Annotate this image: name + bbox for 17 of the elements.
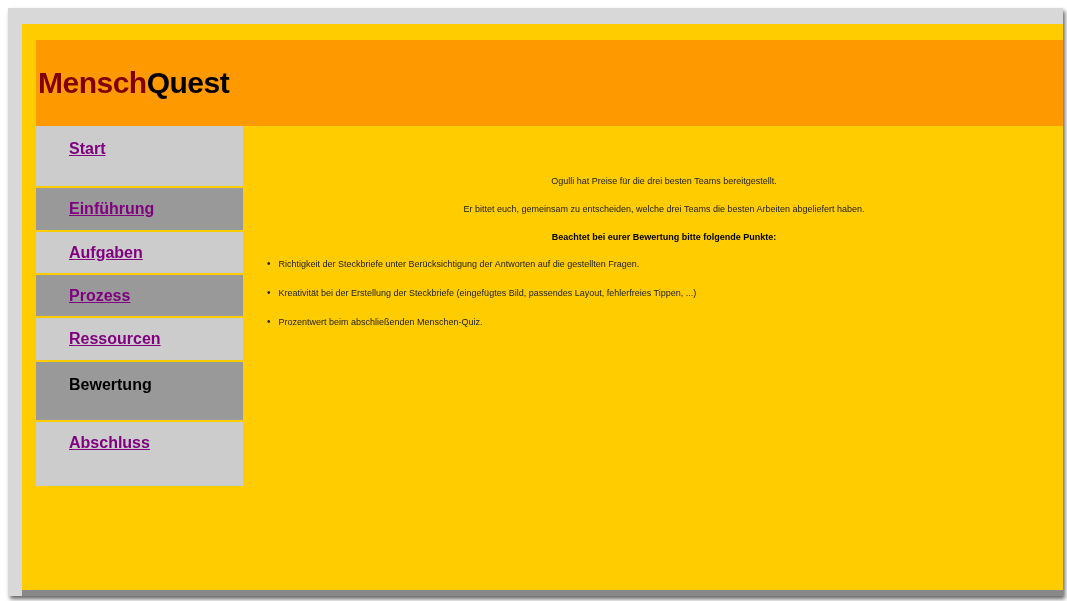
nav-link[interactable]: Aufgaben [69,244,143,261]
bullet-item: Kreativität bei der Erstellung der Steckbriefe (eingefügtes Bild, passendes Layout, fehlerfreies Tippen, ...) [278,287,697,299]
nav-link[interactable]: Einführung [69,200,155,217]
bullet-marker: • [267,287,271,299]
bullet-item: Richtigkeit der Steckbriefe unter Berücksichtigung der Antworten auf die gestellten Fragen. [278,258,640,270]
bullet-marker: • [267,316,271,328]
bullet-marker: • [267,258,271,270]
site-logo: MenschQuest [38,66,230,100]
nav-link[interactable]: Abschluss [69,434,150,451]
nav-link[interactable]: Start [69,140,106,157]
paragraph: Ogulli hat Preise für die drei besten Teams bereitgestellt. [550,176,778,186]
paragraph: Er bittet euch, gemeinsam zu entscheiden, welche drei Teams die besten Arbeiten abgeliefert haben. [462,204,866,214]
bullet-item: Prozentwert beim abschließenden Menschen-Quiz. [278,316,483,328]
nav-link[interactable]: Prozess [69,287,131,304]
heading: Beachtet bei eurer Bewertung bitte folgende Punkte: [550,232,778,242]
nav-link[interactable]: Ressourcen [69,330,161,347]
nav-current: Bewertung [69,376,152,394]
